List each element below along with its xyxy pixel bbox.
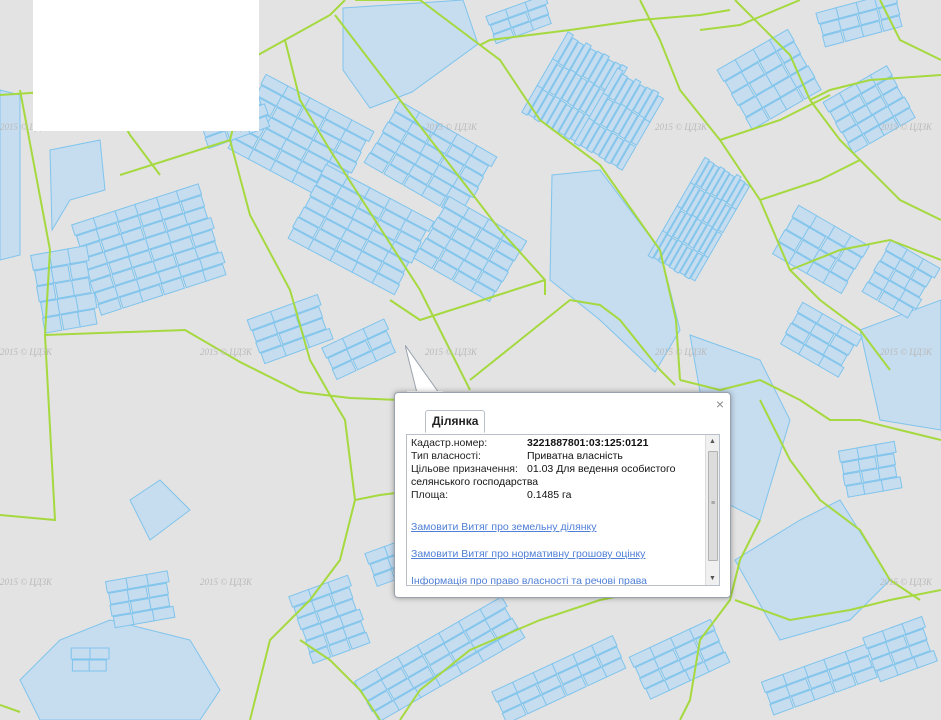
parcel-cluster	[70, 647, 110, 672]
parcel	[50, 264, 72, 284]
field-label: Тип власності:	[411, 450, 481, 462]
field-value: 0.1485 га	[527, 489, 572, 501]
ownership-rights-info-link[interactable]: Інформація про право власності та речові…	[411, 575, 701, 585]
parcel	[89, 647, 110, 660]
popup-scrollbar[interactable]: ▲ ≡ ▼	[705, 435, 719, 585]
field-value: 01.03 Для ведення особистого	[527, 463, 676, 475]
popup-pointer	[405, 345, 443, 395]
parcel	[877, 465, 898, 480]
field-label: Площа:	[411, 489, 449, 501]
field-purpose: Цільове призначення: 01.03 Для ведення о…	[411, 463, 701, 476]
order-valuation-extract-link[interactable]: Замовити Витяг про нормативну грошову оц…	[411, 548, 701, 561]
parcel	[71, 659, 90, 672]
watermark-text: 2015 © ЦДЗК	[655, 122, 708, 132]
watermark-text: 2015 © ЦДЗК	[425, 122, 478, 132]
parcel	[34, 267, 55, 287]
watermark-text: 2015 © ЦДЗК	[0, 577, 53, 587]
parcel	[841, 459, 861, 475]
cadastral-map[interactable]: 2015 © ЦДЗК 2015 © ЦДЗК 2015 © ЦДЗК 2015 © …	[0, 0, 941, 720]
field-value: Приватна власність	[527, 450, 623, 462]
watermark-text: 2015 © ЦДЗК	[200, 577, 253, 587]
scroll-up-arrow-icon[interactable]: ▲	[706, 435, 719, 448]
parcel	[88, 659, 107, 672]
close-icon[interactable]: ×	[716, 397, 724, 411]
watermark-text: 2015 © ЦДЗК	[200, 347, 253, 357]
parcel-cluster	[104, 570, 176, 629]
scroll-thumb[interactable]: ≡	[708, 451, 718, 561]
parcel	[857, 456, 878, 472]
watermark-text: 2015 © ЦДЗК	[880, 122, 933, 132]
parcel	[69, 261, 90, 281]
parcel	[876, 453, 897, 469]
scroll-down-arrow-icon[interactable]: ▼	[706, 572, 719, 585]
parcel	[860, 467, 881, 483]
parcel	[67, 245, 90, 265]
parcel	[77, 308, 98, 328]
unloaded-tile	[33, 0, 259, 131]
parcel	[71, 277, 92, 297]
watermark-text: 2015 © ЦДЗК	[655, 347, 708, 357]
parcel	[56, 295, 80, 315]
field-purpose-continued: селянського господарства	[411, 476, 539, 488]
parcel	[48, 248, 72, 268]
field-area: Площа: 0.1485 га	[411, 489, 701, 502]
parcel	[60, 311, 82, 331]
parcel	[75, 292, 98, 312]
parcel-cluster	[837, 440, 903, 498]
order-parcel-extract-link[interactable]: Замовити Витяг про земельну ділянку	[411, 521, 701, 534]
field-label: Цільове призначення:	[411, 463, 518, 475]
field-ownership-type: Тип власності: Приватна власність	[411, 450, 701, 463]
watermark-text: 2015 © ЦДЗК	[0, 347, 53, 357]
parcel-info-popup: × Ділянка Кадастр.номер: 3221887801:03:1…	[394, 392, 731, 598]
parcel	[54, 280, 76, 299]
watermark-text: 2015 © ЦДЗК	[880, 577, 933, 587]
parcel	[70, 647, 91, 660]
field-cadastral-number: Кадастр.номер: 3221887801:03:125:0121	[411, 437, 701, 450]
popup-content: Кадастр.номер: 3221887801:03:125:0121 Ти…	[406, 434, 720, 586]
field-label: Кадастр.номер:	[411, 437, 488, 449]
watermark-text: 2015 © ЦДЗК	[880, 347, 933, 357]
tab-parcel[interactable]: Ділянка	[425, 410, 486, 433]
field-value: 3221887801:03:125:0121	[527, 437, 649, 449]
parcel	[842, 471, 863, 487]
